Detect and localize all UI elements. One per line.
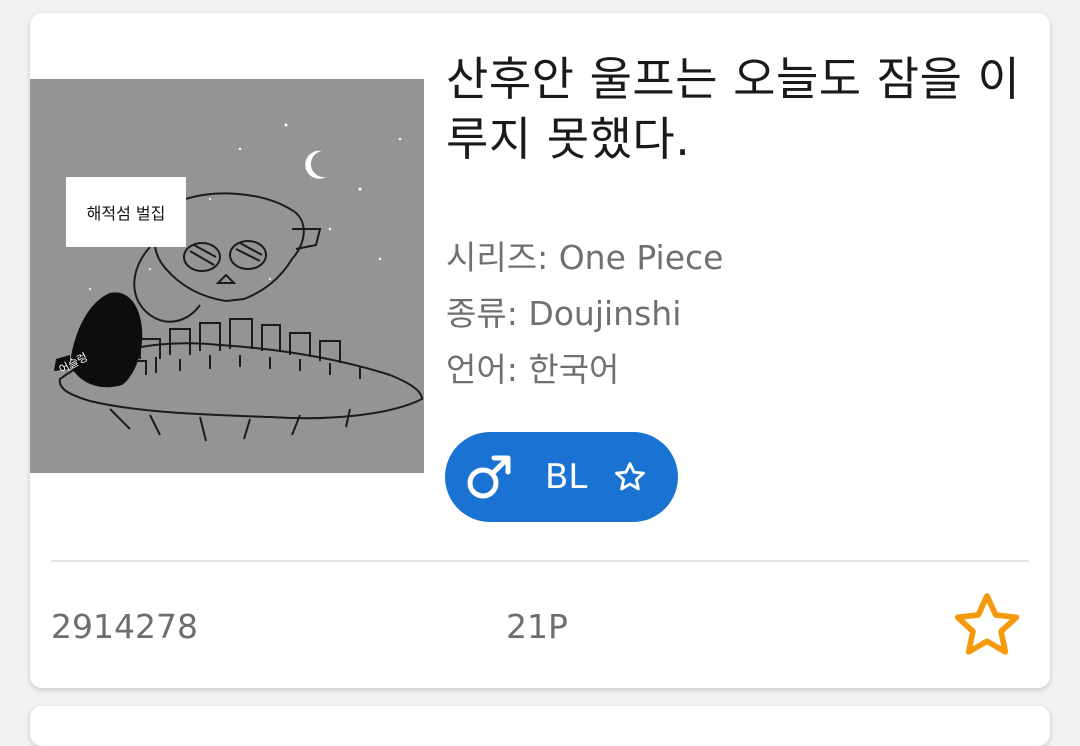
gallery-card[interactable]: 해적섬 벌집 어슬렁 산후안 울프는 오늘도 잠을 이루지 못했다. 시리즈: … — [30, 13, 1050, 688]
cover-title-label: 해적섬 벌집 — [66, 177, 186, 247]
cover-illustration — [54, 123, 424, 442]
favorite-star-icon[interactable] — [951, 590, 1023, 662]
male-icon — [467, 455, 511, 499]
page-count: 21P — [506, 607, 568, 646]
type-text: 종류: Doujinshi — [446, 294, 682, 333]
cover-thumbnail[interactable]: 해적섬 벌집 어슬렁 — [30, 79, 424, 473]
tag-label: BL — [545, 457, 588, 497]
star-outline-icon[interactable] — [613, 460, 647, 494]
next-gallery-card[interactable] — [30, 706, 1050, 746]
divider — [51, 560, 1029, 562]
language-text: 언어: 한국어 — [446, 350, 620, 389]
series-text: 시리즈: One Piece — [446, 238, 724, 277]
gallery-id: 2914278 — [51, 607, 198, 646]
gallery-title[interactable]: 산후안 울프는 오늘도 잠을 이루지 못했다. — [446, 49, 1036, 169]
tag-chip-bl[interactable]: BL — [445, 432, 678, 522]
